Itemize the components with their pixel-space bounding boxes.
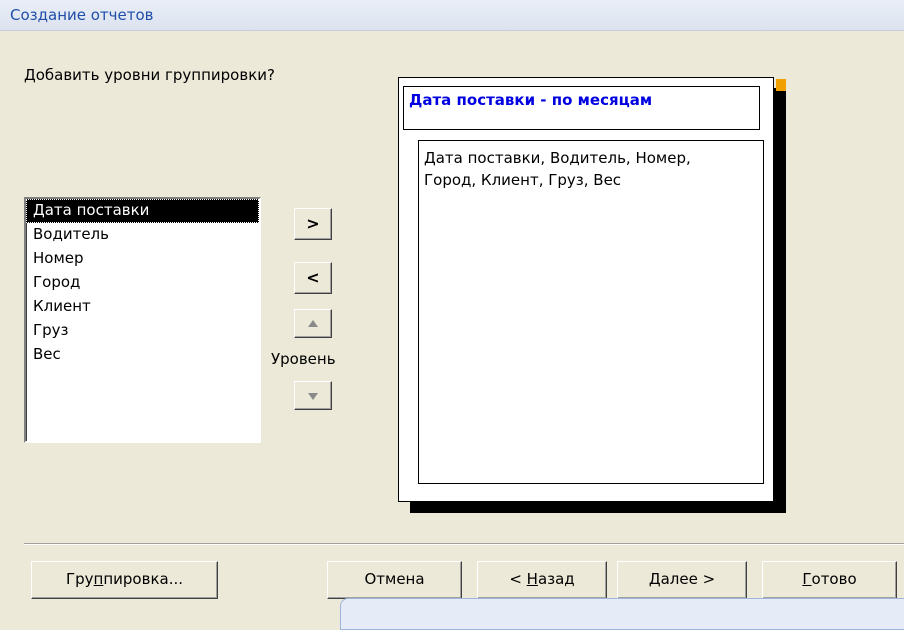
- list-item[interactable]: Город: [26, 271, 259, 295]
- remove-level-button[interactable]: <: [294, 262, 332, 294]
- overlapping-window-edge: [340, 598, 904, 630]
- level-down-button[interactable]: [294, 381, 332, 410]
- group-header-text: Дата поставки - по месяцам: [409, 91, 653, 109]
- window-title: Создание отчетов: [10, 6, 154, 24]
- button-label: отово: [811, 570, 857, 588]
- button-label-accelerator: Н: [526, 570, 538, 588]
- detail-text-line: Город, Клиент, Груз, Вес: [424, 171, 622, 189]
- arrow-up-icon: [308, 319, 318, 327]
- grouping-options-button[interactable]: Группировка...: [31, 561, 218, 599]
- preview-tab-marker: [776, 79, 786, 91]
- detail-box: Дата поставки, Водитель, Номер, Город, К…: [418, 140, 764, 484]
- button-label: алее >: [660, 570, 716, 588]
- title-bar: Создание отчетов: [0, 0, 904, 31]
- list-item[interactable]: Водитель: [26, 223, 259, 247]
- back-button[interactable]: < Назад: [477, 561, 607, 599]
- finish-button[interactable]: Готово: [762, 561, 897, 599]
- list-item[interactable]: Вес: [26, 343, 259, 367]
- button-label-accelerator: п: [93, 570, 104, 588]
- button-label-accelerator: Д: [648, 570, 661, 588]
- detail-text-line: Дата поставки, Водитель, Номер,: [424, 149, 691, 167]
- divider: [24, 543, 904, 545]
- button-label: Гру: [65, 570, 94, 588]
- button-label: пировка...: [103, 570, 183, 588]
- cancel-button[interactable]: Отмена: [327, 561, 462, 599]
- list-item[interactable]: Клиент: [26, 295, 259, 319]
- list-item[interactable]: Дата поставки: [26, 199, 259, 223]
- fields-listbox[interactable]: Дата поставки Водитель Номер Город Клиен…: [24, 197, 261, 443]
- level-label: Уровень: [271, 350, 336, 368]
- list-item[interactable]: Груз: [26, 319, 259, 343]
- button-label: <: [509, 570, 527, 588]
- arrow-down-icon: [308, 392, 318, 400]
- list-item[interactable]: Номер: [26, 247, 259, 271]
- next-button[interactable]: Далее >: [617, 561, 747, 599]
- level-up-button[interactable]: [294, 309, 332, 338]
- button-label-accelerator: Г: [802, 570, 812, 588]
- button-label: азад: [537, 570, 575, 588]
- group-header-box: Дата поставки - по месяцам: [403, 86, 760, 130]
- question-label: Добавить уровни группировки?: [24, 66, 275, 84]
- add-level-button[interactable]: >: [294, 208, 332, 240]
